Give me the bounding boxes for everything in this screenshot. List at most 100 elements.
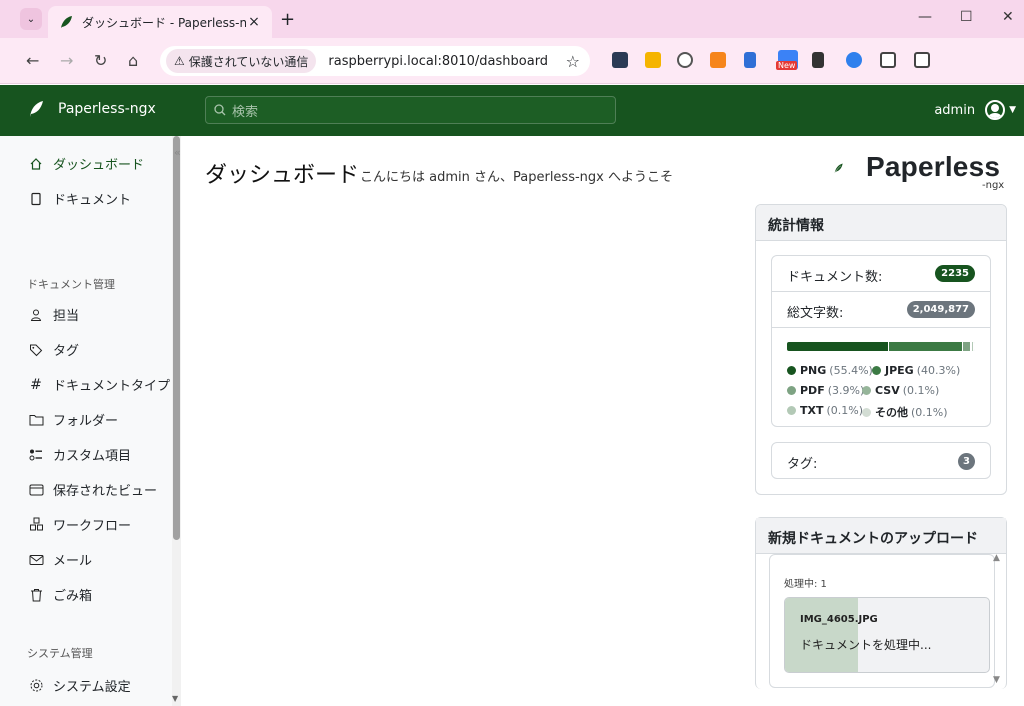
- tab-search-button[interactable]: ⌄: [20, 8, 42, 30]
- legend-pct: (0.1%): [911, 405, 948, 419]
- sidebar-item-label: ごみ箱: [53, 589, 93, 604]
- page-title: ダッシュボード: [205, 163, 360, 188]
- sidebar-item-mail[interactable]: メール: [27, 550, 92, 569]
- sidebar-item-document-types[interactable]: # ドキュメントタイプ: [27, 375, 170, 395]
- brand-name: Paperless-ngx: [58, 101, 156, 117]
- legend-name: JPEG: [885, 364, 914, 377]
- reload-button[interactable]: ↻: [94, 51, 107, 70]
- scroll-up-arrow-icon[interactable]: ▲: [993, 553, 1000, 563]
- bookmark-star-icon[interactable]: ☆: [566, 52, 580, 71]
- new-tab-button[interactable]: +: [280, 9, 295, 30]
- doc-count-label: ドキュメント数:: [787, 270, 883, 285]
- extension-icon[interactable]: [645, 52, 661, 68]
- search-placeholder: 検索: [232, 104, 259, 120]
- welcome-message: こんにちは admin さん、Paperless-ngx へようこそ: [360, 170, 673, 185]
- legend-pct: (55.4%): [829, 364, 873, 377]
- upload-file-card[interactable]: IMG_4605.JPG ドキュメントを処理中...: [784, 597, 990, 673]
- legend-pct: (0.1%): [826, 404, 864, 417]
- sidebar-item-storage-paths[interactable]: フォルダー: [27, 410, 118, 429]
- home-button[interactable]: ⌂: [128, 51, 138, 70]
- close-window-button[interactable]: ✕: [1002, 9, 1014, 25]
- legend-pct: (0.1%): [902, 384, 940, 397]
- sidebar-item-settings[interactable]: システム設定: [27, 676, 131, 695]
- back-button[interactable]: ←: [26, 51, 39, 70]
- person-icon: [27, 306, 45, 324]
- scroll-down-arrow-icon[interactable]: ▼: [172, 694, 178, 703]
- address-bar[interactable]: ⚠ 保護されていない通信 raspberrypi.local:8010/dashb…: [160, 46, 590, 76]
- filetype-segment: [787, 342, 890, 351]
- warning-icon: ⚠: [174, 54, 185, 68]
- legend-item: PNG (55.4%): [787, 364, 873, 377]
- sidebar-item-custom-fields[interactable]: カスタム項目: [27, 445, 131, 464]
- sidebar-item-label: 担当: [53, 309, 80, 324]
- folder-icon: [27, 411, 45, 429]
- legend-item: PDF (3.9%): [787, 384, 864, 397]
- sidebar-collapse-button[interactable]: «: [174, 146, 181, 159]
- sidebar-item-dashboard[interactable]: ダッシュボード: [27, 154, 144, 173]
- sidebar-item-tags[interactable]: タグ: [27, 340, 79, 359]
- chevron-down-icon: ⌄: [26, 13, 36, 25]
- processing-count: 処理中: 1: [784, 579, 827, 590]
- logo-wordmark: Paperless: [866, 151, 1001, 182]
- sidebar-item-workflows[interactable]: ワークフロー: [27, 515, 131, 534]
- legend-dot: [787, 366, 796, 375]
- ui-radios-icon: [27, 446, 45, 464]
- cloud-icon[interactable]: [846, 52, 862, 68]
- sidebar-item-label: 保存されたビュー: [53, 484, 158, 499]
- extension-icon[interactable]: [880, 52, 896, 68]
- filetype-segment: [963, 342, 971, 351]
- puzzle-icon[interactable]: [914, 52, 930, 68]
- sidebar: ダッシュボード ドキュメント ドキュメント管理 担当 タグ # ドキュメントタイ…: [0, 136, 172, 706]
- metamask-icon[interactable]: [710, 52, 726, 68]
- sidebar-item-correspondents[interactable]: 担当: [27, 305, 79, 324]
- gear-icon: [27, 677, 45, 695]
- stats-tags-row[interactable]: タグ: 3: [771, 442, 991, 479]
- maximize-button[interactable]: ☐: [960, 9, 973, 25]
- sidebar-item-label: ドキュメント: [53, 193, 132, 208]
- sidebar-heading-system: システム管理: [27, 647, 93, 660]
- browser-tab[interactable]: ダッシュボード - Paperless-ngx ×: [48, 6, 272, 38]
- global-search-input[interactable]: 検索: [205, 96, 616, 124]
- sidebar-scrollbar-thumb[interactable]: [173, 136, 180, 540]
- logo-suffix: -ngx: [982, 180, 1005, 191]
- stats-row-documents[interactable]: ドキュメント数: 2235: [772, 256, 990, 292]
- tab-title: ダッシュボード - Paperless-ngx: [82, 15, 246, 30]
- scroll-down-arrow-icon[interactable]: ▼: [993, 675, 1000, 685]
- stats-list: ドキュメント数: 2235 総文字数: 2,049,877 PNG (55.4%)…: [771, 255, 991, 427]
- sidebar-item-saved-views[interactable]: 保存されたビュー: [27, 480, 157, 499]
- url-text[interactable]: raspberrypi.local:8010/dashboard: [328, 54, 565, 69]
- hash-icon: #: [30, 376, 42, 393]
- sidebar-item-label: システム設定: [53, 680, 131, 695]
- legend-pct: (40.3%): [916, 364, 961, 377]
- stats-row-characters: 総文字数: 2,049,877: [772, 292, 990, 328]
- app-navbar: Paperless-ngx 検索 admin ▼: [0, 85, 1024, 136]
- extension-icon[interactable]: [744, 52, 756, 68]
- legend-dot: [787, 386, 796, 395]
- sidebar-item-label: カスタム項目: [53, 449, 132, 464]
- user-menu[interactable]: admin ▼: [934, 100, 1016, 120]
- extension-icon[interactable]: [812, 52, 824, 68]
- upload-scrollbar[interactable]: ▲ ▼: [992, 553, 1004, 686]
- sidebar-item-label: フォルダー: [53, 414, 119, 429]
- legend-item: JPEG (40.3%): [872, 364, 960, 377]
- tab-close-button[interactable]: ×: [246, 14, 262, 30]
- sidebar-item-label: タグ: [53, 344, 80, 359]
- paperless-leaf-icon: [30, 101, 43, 117]
- sidebar-item-trash[interactable]: ごみ箱: [27, 585, 92, 604]
- window-stack-icon: [27, 481, 45, 499]
- sidebar-item-label: ダッシュボード: [53, 158, 145, 173]
- browser-toolbar: ← → ↻ ⌂ ⚠ 保護されていない通信 raspberrypi.local:80…: [0, 38, 1024, 84]
- minimize-button[interactable]: —: [918, 9, 932, 25]
- brand-link[interactable]: Paperless-ngx: [28, 100, 156, 118]
- forward-button[interactable]: →: [60, 51, 73, 70]
- extension-new-icon[interactable]: New: [776, 50, 798, 70]
- legend-name: TXT: [800, 404, 824, 417]
- sidebar-scrollbar[interactable]: ▼: [172, 136, 181, 706]
- sidebar-item-documents[interactable]: ドキュメント: [27, 189, 131, 208]
- search-icon: [214, 104, 226, 116]
- extension-icon[interactable]: [612, 52, 628, 68]
- security-indicator[interactable]: ⚠ 保護されていない通信: [166, 49, 317, 73]
- chars-label: 総文字数:: [787, 306, 844, 321]
- browser-tabstrip: ⌄ ダッシュボード - Paperless-ngx × + — ☐ ✕: [0, 0, 1024, 38]
- extension-icon[interactable]: [677, 52, 693, 68]
